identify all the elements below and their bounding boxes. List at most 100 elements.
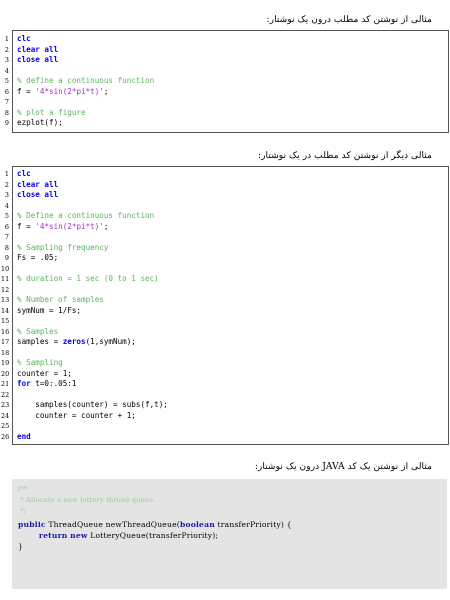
line-number: 4 [4, 66, 9, 75]
caption-third: مثالی از نوشتن یک کد JAVA درون یک نوشتار… [254, 461, 432, 472]
code-text: % duration = 1 sec (0 to 1 sec) [17, 274, 159, 285]
code-line: 8 % plot a figure [5, 108, 448, 119]
code-token: close all [17, 190, 59, 199]
code-token: close all [17, 55, 59, 64]
code-text: % define a continuous function [17, 76, 154, 87]
code-token: % plot a figure [17, 107, 86, 117]
code-line: 20 counter = 1; [1, 369, 448, 380]
code-token: '4*sin(2*pi*t)' [35, 86, 104, 96]
line-number: 23 [1, 401, 10, 409]
code-token: ; [103, 221, 109, 231]
code-line: 10 [1, 264, 448, 275]
code-token: symNum = 1/Fs; [17, 305, 82, 315]
code-text: % Sampling frequency [17, 243, 108, 254]
java-code-line: public ThreadQueue newThreadQueue(boolea… [12, 519, 447, 530]
java-code-token: ThreadQueue newThreadQueue( [45, 520, 180, 529]
code-text: clc [17, 169, 31, 180]
line-number: 15 [1, 317, 10, 325]
java-code-token: return [38, 531, 68, 540]
java-code-token: new [70, 531, 88, 540]
code-token: clc [17, 34, 31, 43]
code-token: % Sampling frequency [17, 242, 109, 252]
code-line: 11 % duration = 1 sec (0 to 1 sec) [1, 274, 448, 285]
line-number: 11 [1, 275, 10, 283]
code-token: % Samples [17, 326, 59, 336]
code-token: clc [17, 169, 31, 178]
code-line: 22 [1, 390, 448, 401]
line-number: 9 [4, 254, 9, 262]
code-line: 1 clc [5, 34, 448, 45]
line-number: 12 [1, 285, 10, 294]
code-token: counter = 1; [17, 368, 72, 378]
code-line: 18 [1, 348, 448, 359]
line-number: 17 [1, 338, 10, 346]
java-listing: /** * Allocate a new lottery thread queu… [12, 479, 447, 589]
line-number: 1 [4, 170, 9, 178]
java-code-token: * Allocate a new lottery thread queue. [18, 496, 156, 504]
code-text: % plot a figure [17, 108, 86, 119]
java-code-token: LotteryQueue(transferPriority); [87, 531, 219, 540]
code-text: for t=0:.05:1 [17, 379, 76, 390]
code-token: % define a continuous function [17, 76, 155, 85]
code-token: f = [17, 221, 36, 231]
code-line: 5 % define a continuous function [5, 76, 448, 87]
java-code-line: } [12, 541, 447, 552]
java-code-token: boolean [179, 520, 215, 529]
line-number: 7 [4, 233, 9, 241]
code-token: for [17, 379, 31, 388]
code-text: clear all [17, 180, 58, 191]
line-number: 5 [4, 212, 9, 220]
line-number: 22 [1, 390, 10, 399]
code-line: 4 [5, 66, 448, 77]
java-code-token: public [18, 520, 46, 529]
java-code-token: */ [18, 507, 27, 515]
code-text: clear all [17, 45, 58, 56]
code-token: % duration = 1 sec (0 to 1 sec) [17, 274, 159, 283]
code-text: close all [17, 190, 58, 201]
code-line: 9 ezplot(f); [5, 118, 448, 129]
code-text: samples = zeros(1,symNum); [17, 337, 136, 348]
code-line: 2 clear all [5, 45, 448, 56]
java-code-line: */ [12, 505, 447, 516]
line-number: 6 [4, 87, 9, 96]
code-line: 6 f = '4*sin(2*pi*t)'; [5, 86, 448, 98]
code-token: % Define a continuous function [17, 211, 155, 220]
code-token: ezplot(f); [17, 118, 63, 127]
code-text: f = '4*sin(2*pi*t)'; [17, 222, 108, 233]
code-line: 8 % Sampling frequency [5, 243, 448, 254]
code-token: samples = [17, 337, 63, 346]
code-line: 21 for t=0:.05:1 [1, 379, 448, 390]
code-text: counter = 1; [17, 369, 72, 380]
code-text: Fs = .05; [17, 253, 58, 264]
code-token: ; [103, 86, 109, 96]
code-line: 7 [5, 97, 448, 108]
code-line: 26 end [1, 431, 448, 443]
code-text: clc [17, 34, 31, 45]
matlab-listing-2: 1 clc 2 clear all 3 close all 4 5 % Define a con… [1, 166, 449, 445]
code-text: % Samples [17, 327, 58, 338]
code-text: ezplot(f); [17, 118, 63, 129]
matlab-listing-1: 1 clc 2 clear all 3 close all 4 5 % define a con… [5, 30, 449, 133]
code-token: end [17, 431, 31, 441]
code-token: t=0:.05:1 [30, 379, 77, 388]
line-number: 19 [1, 359, 10, 367]
code-line: 13 % Number of samples [1, 295, 448, 306]
code-text: counter = counter + 1; [17, 411, 136, 422]
code-line: 12 [1, 285, 448, 296]
code-line: 25 [1, 421, 448, 432]
code-line: 19 % Sampling [1, 358, 448, 369]
code-token: counter = counter + 1; [17, 410, 136, 420]
code-token: (1,symNum); [85, 337, 136, 346]
code-line: 15 [1, 316, 448, 327]
code-line: 24 counter = counter + 1; [1, 411, 448, 422]
line-number: 8 [4, 243, 9, 252]
line-number: 6 [4, 222, 9, 231]
code-token: clear all [17, 179, 59, 189]
line-number: 21 [1, 380, 10, 388]
line-number: 13 [1, 296, 10, 304]
java-code-line: * Allocate a new lottery thread queue. [12, 494, 447, 505]
line-number: 24 [1, 411, 10, 420]
code-token: samples(counter) = subs(f,t); [17, 400, 168, 409]
code-line: 6 f = '4*sin(2*pi*t)'; [5, 222, 448, 233]
line-number: 3 [4, 191, 9, 199]
